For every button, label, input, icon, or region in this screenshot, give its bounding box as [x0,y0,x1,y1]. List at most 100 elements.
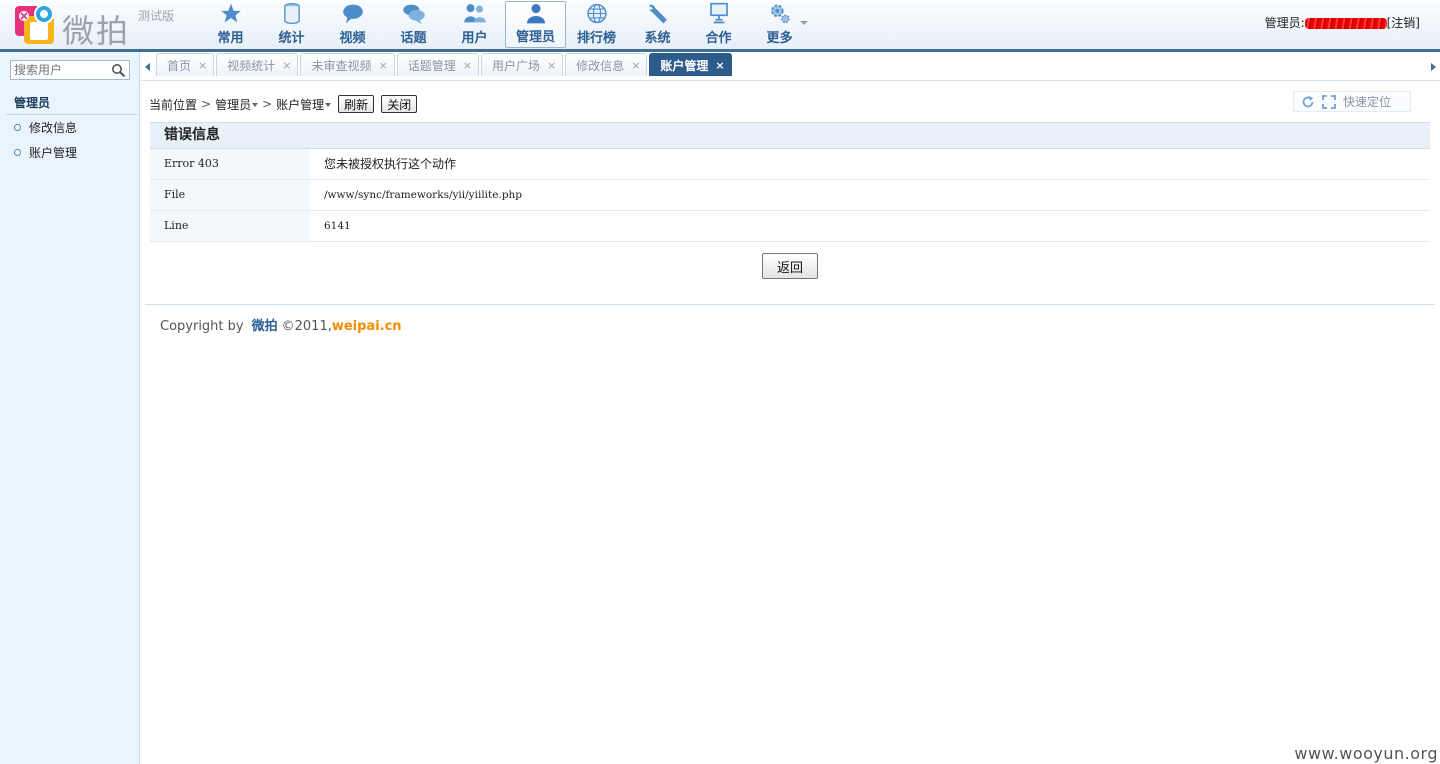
breadcrumb-item-admin[interactable]: 管理员 [215,96,259,113]
quick-toolbar: 快速定位 [1293,91,1411,112]
tab-label: 未审查视频 [311,58,372,73]
nav-label: 管理员 [515,30,555,45]
refresh-icon[interactable] [1301,95,1315,109]
close-icon[interactable]: × [715,59,724,72]
error-key: Error 403 [150,149,310,179]
nav-label: 更多 [766,31,793,46]
user-info: 管理员: [注销] [1265,14,1420,31]
footer-site-link[interactable]: weipai.cn [332,319,402,334]
breadcrumb-label: 账户管理 [276,97,325,112]
tab-unreviewed-videos[interactable]: 未审查视频 × [300,53,395,76]
sidebar: 管理员 修改信息 账户管理 [0,52,140,764]
error-row: File /www/sync/frameworks/yii/yiilite.ph… [150,180,1430,211]
nav-item-system[interactable]: 系统 [627,1,688,48]
nav-item-admin[interactable]: 管理员 [505,1,566,48]
nav-item-common[interactable]: 常用 [200,1,261,48]
tab-label: 视频统计 [227,58,276,73]
tab-strip: 首页 × 视频统计 × 未审查视频 × 话题管理 × 用户广场 × 修改信息 × [156,53,734,76]
error-row: Error 403 您未被授权执行这个动作 [150,149,1430,180]
tab-account-management[interactable]: 账户管理 × [649,53,732,76]
refresh-button[interactable]: 刷新 [338,95,375,113]
search-input[interactable] [11,61,111,79]
nav-label: 话题 [400,31,427,46]
breadcrumb-label: 管理员 [215,97,252,112]
caret-down-icon [325,103,332,107]
close-icon[interactable]: × [198,59,207,72]
tab-user-square[interactable]: 用户广场 × [480,53,564,76]
brand-name: 微拍 [62,12,131,50]
caret-down-icon [252,103,259,107]
bullet-icon [14,124,21,131]
sidebar-title: 管理员 [14,96,51,110]
quick-locate-button[interactable]: 快速定位 [1343,93,1391,110]
watermark: www.wooyun.org [1294,744,1438,763]
error-value: 6141 [324,220,351,232]
app-logo [15,4,54,44]
error-title: 错误信息 [150,122,1430,149]
breadcrumb-separator: > [262,97,273,111]
tab-bar: 首页 × 视频统计 × 未审查视频 × 话题管理 × 用户广场 × 修改信息 × [141,52,1440,81]
sidebar-item-label: 修改信息 [29,121,78,135]
close-icon[interactable]: × [547,59,556,72]
tab-label: 账户管理 [660,58,709,73]
error-panel: 错误信息 Error 403 您未被授权执行这个动作 File /www/syn… [150,122,1430,242]
nav-item-more[interactable]: 更多 [749,1,810,48]
breadcrumb-item-account-management[interactable]: 账户管理 [276,96,332,113]
tab-edit-info[interactable]: 修改信息 × [565,53,648,76]
tab-label: 修改信息 [576,58,625,73]
sidebar-item-account-management[interactable]: 账户管理 [14,144,77,161]
wrench-icon [648,4,667,24]
app-window: 微拍 测试版 常用 统计 视频 话题 用户 管理员 排行榜 系统 合作 更多 管… [0,0,1440,764]
nav-label: 统计 [278,31,305,46]
breadcrumb-location-label: 当前位置 [149,97,198,112]
fullscreen-icon[interactable] [1322,94,1336,109]
star-icon [220,3,241,23]
error-key: Line [150,211,310,241]
nav-label: 合作 [705,31,732,46]
close-icon[interactable]: × [282,59,291,72]
search-icon[interactable] [111,63,126,78]
tab-home[interactable]: 首页 × [156,53,215,76]
error-value: 您未被授权执行这个动作 [324,157,457,171]
breadcrumb: 当前位置 > 管理员 > 账户管理 刷新 关闭 [149,95,418,113]
nav-label: 系统 [644,31,671,46]
nav-item-ranking[interactable]: 排行榜 [566,1,627,48]
footer-year: ©2011, [281,319,332,334]
footer-brand: 微拍 [251,319,278,334]
tab-topic-management[interactable]: 话题管理 × [396,53,479,76]
chat-bubble-icon [342,4,363,24]
sidebar-divider [6,114,138,115]
top-header: 微拍 测试版 常用 统计 视频 话题 用户 管理员 排行榜 系统 合作 更多 管… [0,0,1440,52]
sidebar-item-label: 账户管理 [29,146,78,160]
close-button[interactable]: 关闭 [381,95,418,113]
back-button[interactable]: 返回 [762,253,818,279]
close-icon[interactable]: × [378,59,387,72]
breadcrumb-separator: > [201,97,212,111]
gears-icon [770,4,790,24]
user-prefix: 管理员: [1264,16,1305,30]
bullet-icon [14,149,21,156]
close-icon[interactable]: × [463,59,472,72]
nav-item-statistics[interactable]: 统计 [261,1,322,48]
edition-label: 测试版 [138,9,175,23]
nav-label: 用户 [461,31,488,46]
nav-label: 常用 [217,31,244,46]
error-key: File [150,180,310,210]
nav-item-cooperation[interactable]: 合作 [688,1,749,48]
chat-bubbles-icon [402,4,425,25]
admin-user-icon [526,4,545,24]
footer-copyright: Copyright by [160,319,244,334]
nav-item-topic[interactable]: 话题 [383,1,444,48]
footer-divider [145,304,1435,305]
logout-link[interactable]: [注销] [1387,16,1420,30]
error-value: /www/sync/frameworks/yii/yiilite.php [324,189,523,201]
tab-video-statistics[interactable]: 视频统计 × [216,53,299,76]
scroll-right-icon[interactable] [1431,63,1436,71]
nav-label: 视频 [339,31,366,46]
nav-item-video[interactable]: 视频 [322,1,383,48]
sidebar-item-edit-info[interactable]: 修改信息 [14,119,77,136]
nav-item-users[interactable]: 用户 [444,1,505,48]
tab-label: 话题管理 [407,58,456,73]
scroll-left-icon[interactable] [145,63,150,71]
close-icon[interactable]: × [631,59,640,72]
